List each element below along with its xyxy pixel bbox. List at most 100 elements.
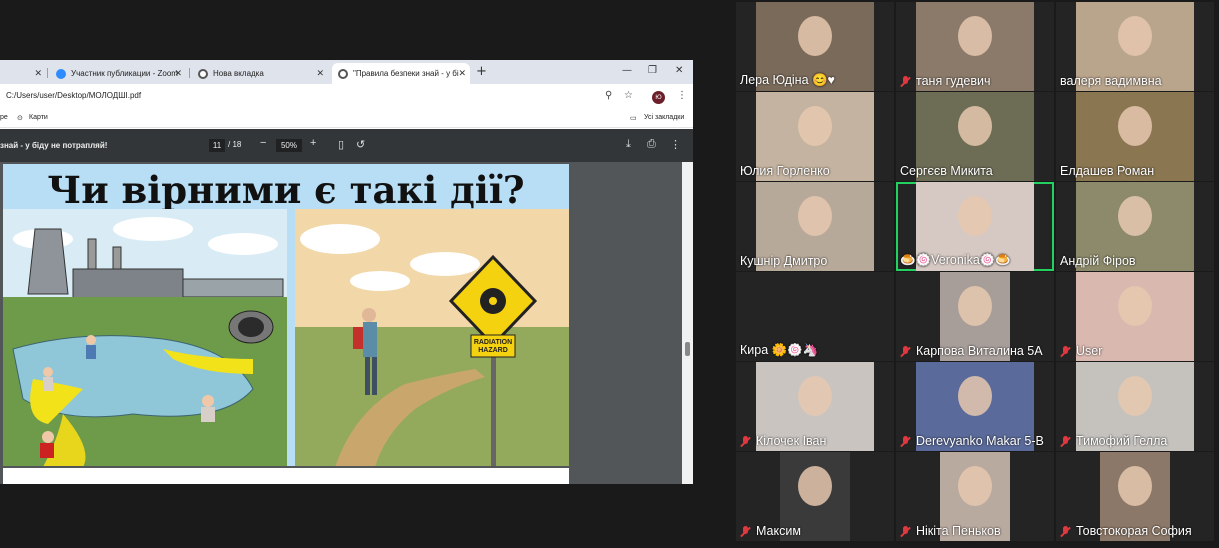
- zoom-input[interactable]: 50%: [276, 139, 302, 152]
- participant-tile[interactable]: Derevyanko Makar 5-В: [896, 362, 1054, 451]
- zoom-out-icon[interactable]: −: [260, 137, 266, 149]
- folder-icon: ▭: [630, 115, 637, 122]
- close-icon[interactable]: ✕: [458, 68, 466, 79]
- muted-mic-icon: [900, 435, 911, 447]
- participant-name-text: Карпова Виталина 5А: [916, 344, 1043, 358]
- participant-tile[interactable]: Андрій Фіров: [1056, 182, 1214, 271]
- participant-tile[interactable]: Лера Юдіна 😊♥: [736, 2, 894, 91]
- rotate-icon[interactable]: ↺: [356, 138, 365, 151]
- participant-tile[interactable]: Кира 🌼🍥🦄: [736, 272, 894, 361]
- participant-silhouette: [1118, 286, 1152, 326]
- participant-tile[interactable]: Тимофий Гелла: [1056, 362, 1214, 451]
- tab-2-label: Участник публикации - Zoom: [71, 69, 178, 78]
- minimize-icon[interactable]: —: [622, 65, 632, 76]
- participant-name: валеря вадимвна: [1060, 74, 1162, 88]
- close-icon[interactable]: ✕: [34, 68, 42, 79]
- globe-icon: [338, 68, 348, 79]
- participant-tile[interactable]: User: [1056, 272, 1214, 361]
- participant-silhouette: [798, 16, 832, 56]
- globe-icon: [198, 68, 208, 79]
- participant-silhouette: [958, 196, 992, 236]
- participant-name: User: [1060, 344, 1102, 358]
- participant-tile[interactable]: 🍮🍥Veronika🍥🍮: [896, 182, 1054, 271]
- download-icon[interactable]: ⤓: [626, 138, 631, 151]
- tab-2[interactable]: Участник публикации - Zoom ✕: [52, 63, 186, 84]
- pdf-toolbar: знай - у біду не потрапляй! 11 / 18 − 50…: [0, 129, 693, 162]
- profile-avatar[interactable]: Ю: [652, 91, 665, 104]
- page-number-input[interactable]: 11: [209, 139, 225, 152]
- pdf-title: знай - у біду не потрапляй!: [0, 141, 108, 150]
- zoom-favicon-icon: [56, 68, 66, 79]
- participant-name: Кілочек Іван: [740, 434, 826, 448]
- participant-tile[interactable]: Елдашев Роман: [1056, 92, 1214, 181]
- participant-name-text: Елдашев Роман: [1060, 164, 1155, 178]
- close-icon[interactable]: ✕: [316, 68, 324, 79]
- participant-name-text: 🍮🍥Veronika🍥🍮: [900, 253, 1011, 267]
- participant-name-text: Андрій Фіров: [1060, 254, 1136, 268]
- muted-mic-icon: [740, 525, 751, 537]
- tab-4-active[interactable]: "Правила безпеки знай - у бі ✕: [332, 63, 470, 84]
- participant-name-text: Лера Юдіна 😊♥: [740, 73, 835, 87]
- screen: ✕ Участник публикации - Zoom ✕ Нова вкла…: [0, 0, 1219, 548]
- participant-name-text: Кушнір Дмитро: [740, 254, 828, 268]
- participant-tile[interactable]: Кушнір Дмитро: [736, 182, 894, 271]
- muted-mic-icon: [900, 75, 911, 87]
- address-bar[interactable]: C:/Users/user/Desktop/МОЛОДШІ.pdf ⚲ ☆ Ю …: [0, 84, 693, 110]
- participant-name-text: User: [1076, 344, 1103, 358]
- participant-name-text: таня гудевич: [916, 74, 991, 88]
- slide-title: Чи вірними є такі дії?: [47, 168, 525, 212]
- tab-1[interactable]: ✕: [0, 63, 46, 84]
- page-total: / 18: [228, 140, 242, 149]
- participant-silhouette: [1118, 16, 1152, 56]
- participant-name: 🍮🍥Veronika🍥🍮: [900, 253, 1011, 268]
- restore-icon[interactable]: ❐: [648, 65, 657, 76]
- print-icon[interactable]: ⎙: [647, 138, 656, 151]
- participant-tile[interactable]: таня гудевич: [896, 2, 1054, 91]
- participant-tile[interactable]: Юлия Горленко: [736, 92, 894, 181]
- scrollbar-thumb[interactable]: [685, 342, 690, 356]
- participant-silhouette: [958, 16, 992, 56]
- window-close-icon[interactable]: ✕: [675, 65, 683, 76]
- participant-name: Максим: [740, 524, 801, 538]
- bookmark-item[interactable]: ре: [0, 114, 8, 121]
- participant-name-text: Юлия Горленко: [740, 164, 830, 178]
- menu-dots-icon[interactable]: ⋮: [677, 90, 687, 101]
- participant-tile[interactable]: Сергєєв Микита: [896, 92, 1054, 181]
- participant-tile[interactable]: Кілочек Іван: [736, 362, 894, 451]
- participant-tile[interactable]: валеря вадимвна: [1056, 2, 1214, 91]
- pdf-viewer[interactable]: Чи вірними є такі дії? RADIATION HAZARD: [0, 162, 693, 484]
- participant-name-text: валеря вадимвна: [1060, 74, 1162, 88]
- participant-name: таня гудевич: [900, 74, 990, 88]
- tab-3-label: Нова вкладка: [213, 69, 264, 78]
- participant-tile[interactable]: Карпова Виталина 5А: [896, 272, 1054, 361]
- pdf-page: Чи вірними є такі дії? RADIATION HAZARD: [3, 164, 569, 466]
- sign-text-hazard: HAZARD: [478, 347, 508, 354]
- bookmark-maps[interactable]: Карти: [29, 114, 48, 121]
- participant-name: Кушнір Дмитро: [740, 254, 827, 268]
- participant-silhouette: [958, 376, 992, 416]
- close-icon[interactable]: ✕: [174, 68, 182, 79]
- more-options-icon[interactable]: ⋮: [670, 138, 681, 151]
- star-icon[interactable]: ☆: [624, 90, 633, 101]
- participant-name: Сергєєв Микита: [900, 164, 993, 178]
- participant-silhouette: [798, 196, 832, 236]
- participant-silhouette: [798, 466, 832, 506]
- fit-page-icon[interactable]: ▯: [338, 138, 344, 151]
- new-tab-icon[interactable]: +: [476, 64, 487, 79]
- participant-tile[interactable]: Товстокорая София: [1056, 452, 1214, 541]
- tab-3[interactable]: Нова вкладка ✕: [194, 63, 328, 84]
- participant-name: Нікіта Пеньков: [900, 524, 1001, 538]
- participant-tile[interactable]: Максим: [736, 452, 894, 541]
- url-text[interactable]: C:/Users/user/Desktop/МОЛОДШІ.pdf: [6, 91, 141, 100]
- zoom-in-icon[interactable]: +: [310, 137, 316, 149]
- search-icon[interactable]: ⚲: [605, 90, 612, 101]
- participant-name-text: Derevyanko Makar 5-В: [916, 434, 1044, 448]
- participant-silhouette: [958, 106, 992, 146]
- scrollbar[interactable]: [682, 162, 693, 484]
- participant-name: Лера Юдіна 😊♥: [740, 73, 835, 88]
- next-pdf-page: [3, 468, 569, 484]
- all-bookmarks[interactable]: Усі закладки: [644, 114, 684, 121]
- sign-text-radiation: RADIATION: [474, 339, 512, 346]
- participant-silhouette: [1118, 106, 1152, 146]
- participant-tile[interactable]: Нікіта Пеньков: [896, 452, 1054, 541]
